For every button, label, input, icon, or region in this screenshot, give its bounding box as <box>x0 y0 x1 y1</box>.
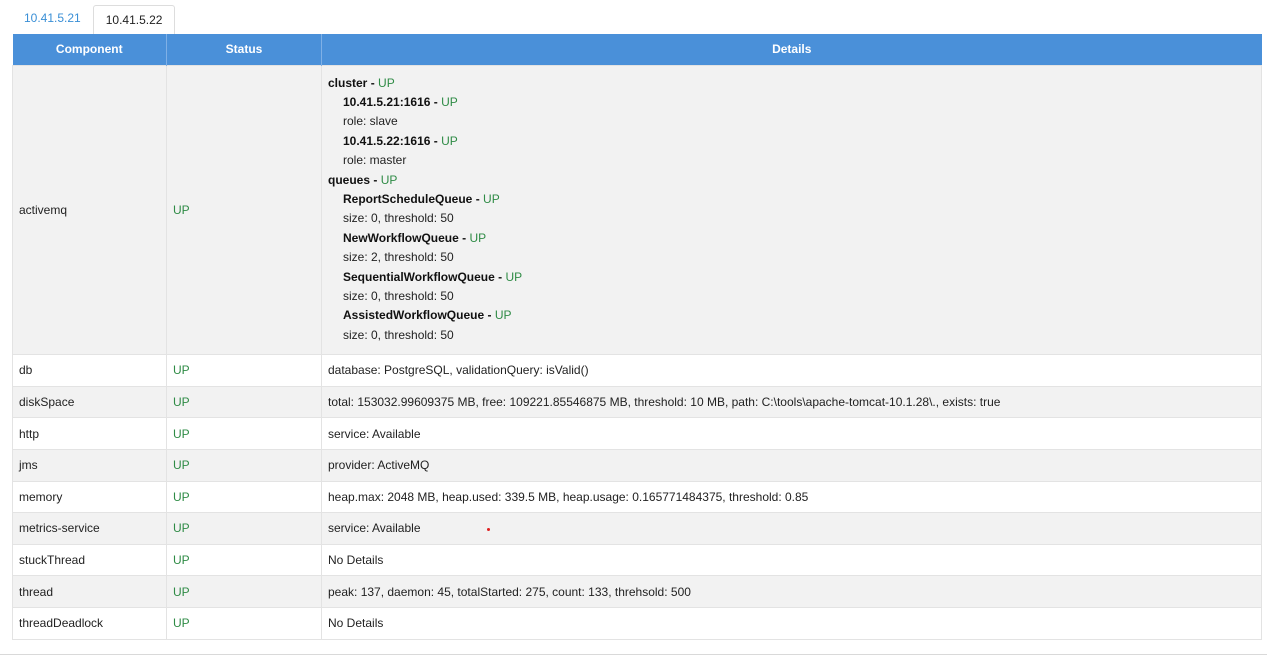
queue-detail: size: 2, threshold: 50 <box>343 250 454 265</box>
table-row: activemq UP cluster - UP 10.41.5.21:1616… <box>12 64 1262 356</box>
group-title: cluster <box>328 75 368 90</box>
cluster-group: cluster - UP <box>328 75 395 90</box>
details-cell: cluster - UP 10.41.5.21:1616 - UP role: … <box>321 64 1262 356</box>
node-status: UP <box>441 94 458 109</box>
component-cell: thread <box>12 575 167 608</box>
status-cell: UP <box>166 448 322 482</box>
status-cell: UP <box>166 417 322 450</box>
column-header-component[interactable]: Component <box>12 34 167 65</box>
details-cell: No Details <box>321 543 1262 577</box>
component-cell: activemq <box>12 64 167 356</box>
status-cell: UP <box>166 480 322 514</box>
group-status: UP <box>380 172 398 187</box>
details-cell: service: Available <box>321 512 1262 545</box>
component-cell: memory <box>12 480 167 514</box>
node-name: 10.41.5.22:1616 <box>343 133 431 148</box>
component-cell: http <box>12 417 167 450</box>
column-header-status[interactable]: Status <box>166 34 322 65</box>
column-header-details[interactable]: Details <box>321 34 1262 65</box>
node-detail: role: slave <box>343 114 398 129</box>
component-cell: threadDeadlock <box>12 606 167 640</box>
tab-server-2[interactable]: 10.41.5.22 <box>92 5 176 36</box>
queues-group: queues - UP <box>328 172 398 187</box>
table-row: threadDeadlock UP No Details <box>12 606 1262 640</box>
health-table: Component Status Details activemq UP clu… <box>12 34 1262 640</box>
queue-name: NewWorkflowQueue <box>343 230 459 245</box>
table-header-row: Component Status Details <box>12 34 1262 65</box>
health-panel: 10.41.5.21 10.41.5.22 Component Status D… <box>0 0 1267 655</box>
queue-status: UP <box>494 308 512 323</box>
queue-detail: size: 0, threshold: 50 <box>343 211 454 226</box>
details-cell: provider: ActiveMQ <box>321 448 1262 482</box>
component-cell: jms <box>12 448 167 482</box>
queue-detail: size: 0, threshold: 50 <box>343 327 454 342</box>
table-row: db UP database: PostgreSQL, validationQu… <box>12 354 1262 387</box>
table-row: diskSpace UP total: 153032.99609375 MB, … <box>12 385 1262 419</box>
queue-status: UP <box>505 269 523 284</box>
queue-status: UP <box>469 230 487 245</box>
details-text: service: Available <box>328 521 421 536</box>
component-cell: stuckThread <box>12 543 167 577</box>
status-cell: UP <box>166 354 322 387</box>
queue-status: UP <box>483 191 500 206</box>
table-row: metrics-service UP service: Available <box>12 512 1262 545</box>
status-cell: UP <box>166 64 322 356</box>
queue-name: SequentialWorkflowQueue <box>343 269 495 284</box>
component-cell: metrics-service <box>12 512 167 545</box>
cursor-dot-icon <box>486 527 490 531</box>
component-cell: diskSpace <box>12 385 167 419</box>
queue-detail: size: 0, threshold: 50 <box>343 288 454 303</box>
table-row: jms UP provider: ActiveMQ <box>12 448 1262 482</box>
details-cell: heap.max: 2048 MB, heap.used: 339.5 MB, … <box>321 480 1262 514</box>
details-cell: No Details <box>321 606 1262 640</box>
tab-server-1[interactable]: 10.41.5.21 <box>12 4 93 35</box>
group-status: UP <box>378 75 395 90</box>
table-row: http UP service: Available <box>12 417 1262 450</box>
server-tabs: 10.41.5.21 10.41.5.22 <box>12 4 176 36</box>
status-cell: UP <box>166 385 322 419</box>
details-cell: database: PostgreSQL, validationQuery: i… <box>321 354 1262 387</box>
details-cell: service: Available <box>321 417 1262 450</box>
table-row: memory UP heap.max: 2048 MB, heap.used: … <box>12 480 1262 514</box>
node-status: UP <box>441 133 458 148</box>
table-row: thread UP peak: 137, daemon: 45, totalSt… <box>12 575 1262 608</box>
table-row: stuckThread UP No Details <box>12 543 1262 577</box>
component-cell: db <box>12 354 167 387</box>
queue-name: ReportScheduleQueue <box>343 191 473 206</box>
status-cell: UP <box>166 575 322 608</box>
status-cell: UP <box>166 512 322 545</box>
node-name: 10.41.5.21:1616 <box>343 94 431 109</box>
node-detail: role: master <box>343 153 407 168</box>
status-cell: UP <box>166 543 322 577</box>
queue-name: AssistedWorkflowQueue <box>343 308 485 323</box>
status-cell: UP <box>166 606 322 640</box>
group-title: queues <box>328 172 371 187</box>
details-cell: peak: 137, daemon: 45, totalStarted: 275… <box>321 575 1262 608</box>
details-cell: total: 153032.99609375 MB, free: 109221.… <box>321 385 1262 419</box>
